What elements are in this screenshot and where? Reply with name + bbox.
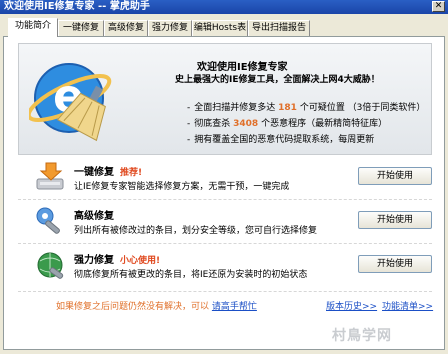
feature-line-scan: - 全面扫描并修复多达 181 个可疑位置 （3倍于同类软件） [187, 103, 426, 113]
tab-edit-hosts[interactable]: 编辑Hosts表 [192, 20, 248, 36]
option-advanced-repair: 高级修复 列出所有被修改过的条目，划分安全等级，您可自行选择修复 开始使用 [34, 205, 432, 240]
wrench-gear-icon [34, 205, 68, 240]
tab-intro[interactable]: 功能简介 [8, 18, 58, 37]
caution-badge: 小心使用! [120, 256, 161, 266]
start-advanced-button[interactable]: 开始使用 [358, 211, 432, 229]
option-force-repair: 强力修复 小心使用! 彻底修复所有被更改的条目，将IE还原为安装时的初始状态 开始… [34, 249, 432, 284]
feature-list-link[interactable]: 功能清单>> [382, 299, 433, 312]
scan-count: 181 [278, 103, 297, 113]
tab-export-report[interactable]: 导出扫描报告 [248, 20, 310, 36]
intro-banner: e 欢迎使用IE修复专家 史上最强大的IE修复工具，全面解决上网4大威胁！ -全… [18, 43, 432, 155]
start-force-button[interactable]: 开始使用 [358, 255, 432, 273]
banner-title: 欢迎使用IE修复专家 [197, 62, 288, 73]
content-panel: e 欢迎使用IE修复专家 史上最强大的IE修复工具，全面解决上网4大威胁！ -全… [3, 36, 445, 350]
divider [18, 291, 432, 292]
start-one-click-button[interactable]: 开始使用 [358, 167, 432, 185]
tab-advanced-repair[interactable]: 高级修复 [104, 20, 148, 36]
banner-subtitle: 史上最强大的IE修复工具，全面解决上网4大威胁！ [175, 75, 380, 85]
divider [18, 199, 432, 200]
tab-one-click-repair[interactable]: 一键修复 [58, 20, 104, 36]
option-description: 让IE修复专家智能选择修复方案，无需干预，一键完成 [74, 182, 290, 192]
ie-broom-logo-icon: e [26, 54, 133, 145]
site-watermark: 村鳥学网 [332, 328, 392, 344]
version-history-link[interactable]: 版本历史>> [326, 299, 377, 312]
feature-line-malware: - 彻底查杀 3408 个恶意程序（最新精简特征库） [187, 119, 388, 129]
ask-expert-link[interactable]: 请高手帮忙 [212, 302, 257, 312]
title-bar: 欢迎使用IE修复专家 -- 掌虎助手 ✕ [0, 0, 448, 14]
window-title: 欢迎使用IE修复专家 -- 掌虎助手 [4, 1, 150, 12]
option-title: 强力修复 小心使用! [74, 255, 161, 266]
tab-force-repair[interactable]: 强力修复 [148, 20, 192, 36]
option-title: 一键修复 推荐! [74, 167, 143, 178]
globe-tools-icon [34, 249, 68, 284]
option-description: 彻底修复所有被更改的条目，将IE还原为安装时的初始状态 [74, 270, 308, 280]
option-one-click-repair: 一键修复 推荐! 让IE修复专家智能选择修复方案，无需干预，一键完成 开始使用 [34, 161, 432, 196]
close-icon[interactable]: ✕ [432, 1, 445, 12]
footer-note: 如果修复之后问题仍然没有解决，可以 请高手帮忙 [56, 302, 257, 312]
option-title: 高级修复 [74, 211, 114, 222]
download-tray-icon [34, 161, 68, 196]
malware-count: 3408 [233, 119, 259, 129]
recommend-badge: 推荐! [120, 168, 143, 178]
option-description: 列出所有被修改过的条目，划分安全等级，您可自行选择修复 [74, 226, 318, 236]
divider [18, 243, 432, 244]
feature-line-update: - 拥有覆盖全国的恶意代码提取系统，每周更新 [187, 135, 375, 145]
